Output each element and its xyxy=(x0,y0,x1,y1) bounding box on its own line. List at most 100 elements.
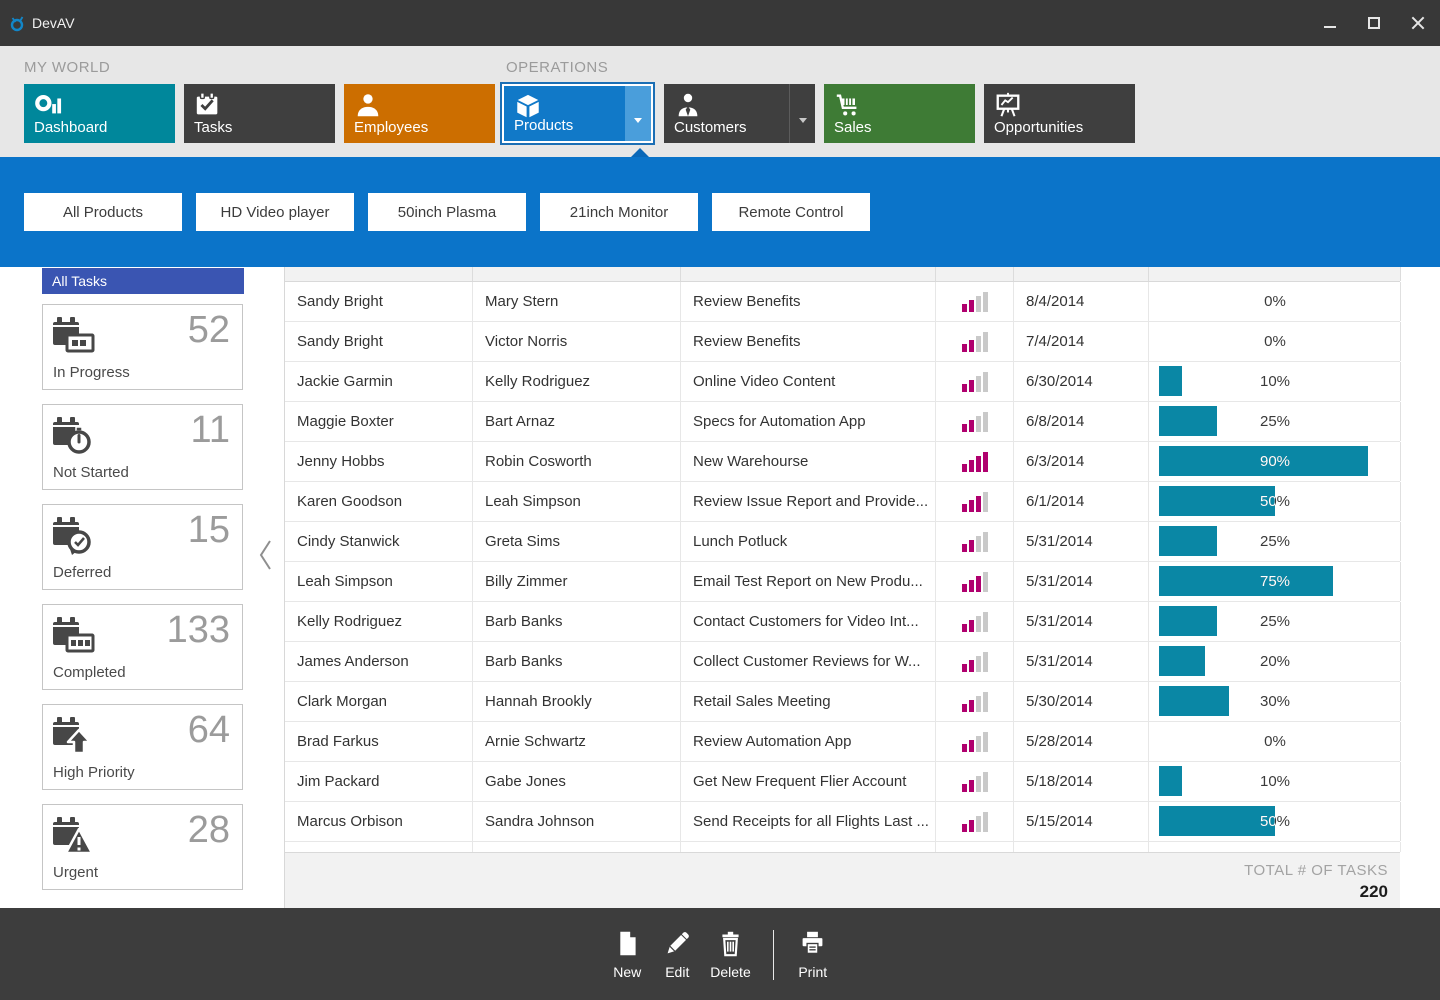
filter-button-label: 21inch Monitor xyxy=(570,204,668,221)
progress-label-overlay: 25% xyxy=(1149,522,1217,561)
table-row[interactable]: Jenny Hobbs Robin Cosworth New Warehours… xyxy=(285,442,1400,482)
table-row[interactable]: Kelly Rodriguez Barb Banks Contact Custo… xyxy=(285,602,1400,642)
cell-priority xyxy=(936,322,1014,361)
ribbon-tile-products[interactable]: Products xyxy=(500,82,655,145)
table-row[interactable]: Marcus Orbison Sandra Johnson Send Recei… xyxy=(285,802,1400,842)
priority-bars-icon xyxy=(962,332,988,352)
calendar-deferred-icon xyxy=(52,515,96,557)
close-button[interactable] xyxy=(1396,0,1440,46)
tile-label: Opportunities xyxy=(994,119,1083,136)
progress-label-overlay: 75% xyxy=(1149,562,1333,601)
cell-due-date: 5/28/2014 xyxy=(1014,722,1149,761)
table-row[interactable]: Leah Simpson Billy Zimmer Email Test Rep… xyxy=(285,562,1400,602)
cell-subject: Review Issue Report and Provide... xyxy=(681,482,936,521)
task-stat-tile-completed[interactable]: 133 Completed xyxy=(42,604,243,690)
cell-owner: Jenny Hobbs xyxy=(285,442,473,481)
product-filter-all-products[interactable]: All Products xyxy=(24,193,182,231)
calendar-urgent-icon xyxy=(52,815,96,857)
tasks-icon xyxy=(194,91,222,119)
print-button[interactable]: Print xyxy=(796,930,830,980)
cell-priority xyxy=(936,802,1014,841)
ribbon-tile-tasks[interactable]: Tasks xyxy=(184,84,335,143)
ribbon-group-label-my-world: MY WORLD xyxy=(24,59,110,76)
cell-due-date: 6/30/2014 xyxy=(1014,362,1149,401)
cell-subject: Send Receipts for all Flights Last ... xyxy=(681,802,936,841)
tile-dropdown-button[interactable] xyxy=(625,86,651,141)
total-tasks-value: 220 xyxy=(285,882,1388,902)
tile-dropdown-button[interactable] xyxy=(789,84,815,143)
task-filter-sidebar: All Tasks 52 In Progress 11 Not Started … xyxy=(0,267,283,908)
cell-progress: 25% 25% xyxy=(1149,402,1401,441)
cell-assigned-to: Sandra Johnson xyxy=(473,802,681,841)
progress-label-overlay: 25% xyxy=(1149,602,1217,641)
ribbon-tile-dashboard[interactable]: Dashboard xyxy=(24,84,175,143)
product-filter-50inch-plasma[interactable]: 50inch Plasma xyxy=(368,193,526,231)
cell-progress: 0% 0% xyxy=(1149,322,1401,361)
cell-priority xyxy=(936,402,1014,441)
ribbon-tile-employees[interactable]: Employees xyxy=(344,84,495,143)
cell-owner: Jackie Garmin xyxy=(285,362,473,401)
task-stat-tile-urgent[interactable]: 28 Urgent xyxy=(42,804,243,890)
cell-due-date: 5/31/2014 xyxy=(1014,522,1149,561)
cell-owner: Brad Farkus xyxy=(285,722,473,761)
cell-priority xyxy=(936,762,1014,801)
task-status-label: Not Started xyxy=(53,464,129,481)
cell-subject: Review Automation App xyxy=(681,722,936,761)
table-row[interactable]: Karen Goodson Leah Simpson Review Issue … xyxy=(285,482,1400,522)
sidebar-item-all-tasks[interactable]: All Tasks xyxy=(42,268,244,294)
table-row[interactable]: Clark Morgan Hannah Brookly Retail Sales… xyxy=(285,682,1400,722)
table-row[interactable]: Sandy Bright Victor Norris Review Benefi… xyxy=(285,322,1400,362)
table-row[interactable]: Maggie Boxter Bart Arnaz Specs for Autom… xyxy=(285,402,1400,442)
minimize-icon xyxy=(1324,26,1336,28)
app-title: DevAV xyxy=(32,15,75,31)
product-filter-hd-video-player[interactable]: HD Video player xyxy=(196,193,354,231)
table-row[interactable]: Brad Farkus Arnie Schwartz Review Automa… xyxy=(285,722,1400,762)
cell-subject: Contact Customers for Video Int... xyxy=(681,602,936,641)
cell-priority xyxy=(936,602,1014,641)
new-button[interactable]: New xyxy=(610,930,644,980)
delete-button[interactable]: Delete xyxy=(710,930,750,980)
priority-bars-icon xyxy=(962,452,988,472)
selected-tile-caret-icon xyxy=(631,148,649,157)
task-stat-tile-high-priority[interactable]: 64 High Priority xyxy=(42,704,243,790)
tile-label: Tasks xyxy=(194,119,232,136)
table-row[interactable]: Jim Packard Gabe Jones Get New Frequent … xyxy=(285,762,1400,802)
sidebar-collapse-button[interactable] xyxy=(255,538,277,572)
task-stat-tile-in-progress[interactable]: 52 In Progress xyxy=(42,304,243,390)
product-filter-21inch-monitor[interactable]: 21inch Monitor xyxy=(540,193,698,231)
minimize-button[interactable] xyxy=(1308,0,1352,46)
ribbon-tile-opportunities[interactable]: Opportunities xyxy=(984,84,1135,143)
titlebar: DevAV xyxy=(0,0,1440,46)
cell-progress: 10% 10% xyxy=(1149,762,1401,801)
calendar-high-priority-icon xyxy=(52,715,96,757)
table-row[interactable]: Cindy Stanwick Greta Sims Lunch Potluck … xyxy=(285,522,1400,562)
table-row[interactable]: James Anderson Barb Banks Collect Custom… xyxy=(285,642,1400,682)
priority-bars-icon xyxy=(962,412,988,432)
table-row[interactable]: Jackie Garmin Kelly Rodriguez Online Vid… xyxy=(285,362,1400,402)
cell-progress: 50% 50% xyxy=(1149,802,1401,841)
priority-bars-icon xyxy=(962,532,988,552)
sales-icon xyxy=(834,91,862,119)
cell-subject: Lunch Potluck xyxy=(681,522,936,561)
ribbon-tile-customers[interactable]: Customers xyxy=(664,84,815,143)
cell-subject: Review Benefits xyxy=(681,322,936,361)
cell-subject: Review Benefits xyxy=(681,282,936,321)
progress-label: 10% xyxy=(1149,762,1401,801)
cell-progress: 10% 10% xyxy=(1149,362,1401,401)
task-stat-tile-not-started[interactable]: 11 Not Started xyxy=(42,404,243,490)
ribbon-tile-sales[interactable]: Sales xyxy=(824,84,975,143)
ribbon-group-label-operations: OPERATIONS xyxy=(506,59,608,76)
cell-progress: 25% 25% xyxy=(1149,522,1401,561)
cell-progress: 30% 30% xyxy=(1149,682,1401,721)
task-status-label: In Progress xyxy=(53,364,130,381)
task-stat-tile-deferred[interactable]: 15 Deferred xyxy=(42,504,243,590)
progress-label-overlay: 20% xyxy=(1149,642,1205,681)
table-row[interactable]: Sandy Bright Mary Stern Review Benefits … xyxy=(285,282,1400,322)
cell-priority xyxy=(936,682,1014,721)
product-filter-remote-control[interactable]: Remote Control xyxy=(712,193,870,231)
maximize-button[interactable] xyxy=(1352,0,1396,46)
cell-due-date: 5/18/2014 xyxy=(1014,762,1149,801)
cell-owner: Maggie Boxter xyxy=(285,402,473,441)
cell-assigned-to: Mary Stern xyxy=(473,282,681,321)
edit-button[interactable]: Edit xyxy=(660,930,694,980)
